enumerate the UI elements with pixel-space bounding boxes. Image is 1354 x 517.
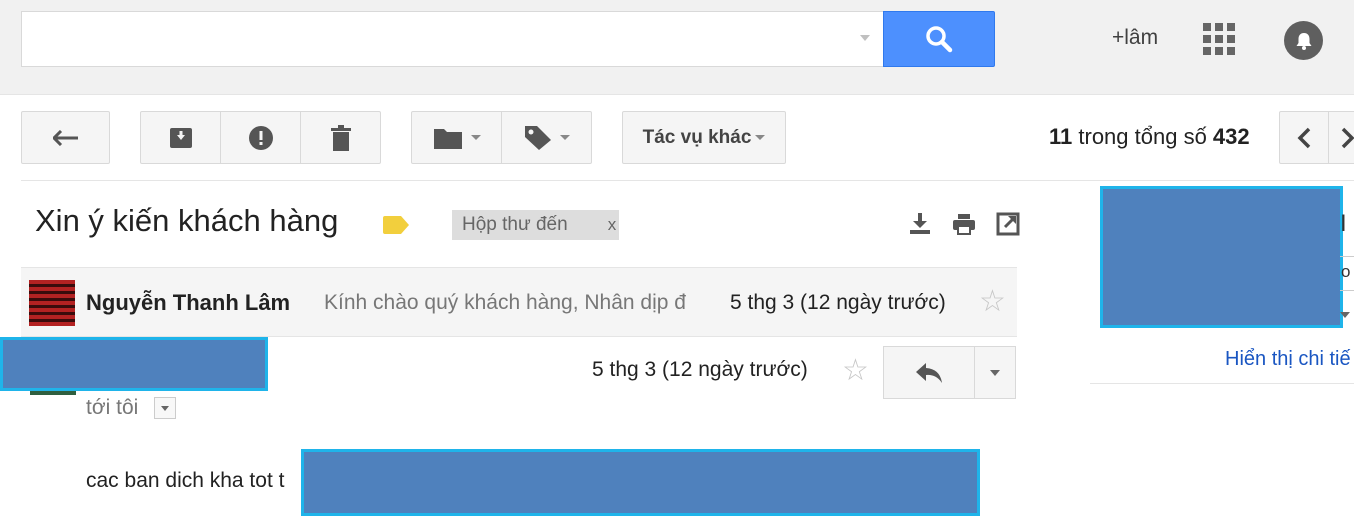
more-actions-label: Tác vụ khác (642, 126, 752, 148)
redaction-box-contact (1100, 186, 1343, 328)
message-date: 5 thg 3 (12 ngày trước) (592, 358, 808, 381)
folder-icon (433, 128, 462, 149)
back-arrow-icon (52, 129, 78, 146)
contact-divider (1340, 256, 1354, 257)
right-panel-divider (1090, 383, 1354, 384)
pagination-status: 11 trong tổng số 432 (1049, 124, 1250, 150)
more-actions-button[interactable]: Tác vụ khác (622, 111, 786, 164)
delete-button[interactable] (300, 111, 381, 164)
more-message-actions-button[interactable] (974, 346, 1016, 399)
chevron-down-icon (990, 369, 1000, 376)
contact-name-fragment: I (1340, 210, 1347, 237)
inbox-label-chip: Hộp thư đến x (452, 210, 619, 240)
chevron-down-icon (755, 135, 766, 140)
reply-button[interactable] (883, 346, 975, 399)
back-to-inbox-button[interactable] (21, 111, 110, 164)
chevron-down-icon (161, 405, 169, 411)
chevron-down-icon[interactable] (1340, 312, 1350, 318)
chevron-left-icon (1297, 127, 1311, 148)
top-bar: +lâm (0, 0, 1354, 95)
apps-grid-icon[interactable] (1203, 23, 1235, 55)
pagination-separator: trong tổng số (1072, 124, 1213, 149)
expand-all-icon[interactable] (908, 212, 932, 236)
collapsed-message[interactable]: Nguyễn Thanh Lâm Kính chào quý khách hàn… (21, 267, 1017, 337)
star-icon[interactable]: ☆ (979, 287, 1006, 317)
search-input[interactable] (21, 11, 884, 67)
chevron-down-icon (559, 135, 570, 140)
importance-marker-icon[interactable] (383, 215, 410, 235)
toolbar-divider (21, 180, 1354, 181)
label-tag-icon (524, 125, 551, 150)
contact-info-fragment: o (1341, 262, 1351, 281)
print-icon[interactable] (952, 212, 976, 236)
chevron-right-icon (1341, 127, 1354, 148)
email-subject: Xin ý kiến khách hàng (35, 203, 339, 238)
pagination-current: 11 (1049, 124, 1073, 149)
message-body: cac ban dich kha tot t (86, 469, 285, 492)
user-profile-link[interactable]: +lâm (1112, 26, 1158, 50)
newer-button[interactable] (1279, 111, 1329, 164)
redaction-box-body (301, 449, 980, 516)
spam-alert-icon (248, 125, 273, 150)
chevron-down-icon (470, 135, 481, 140)
message-snippet: Kính chào quý khách hàng, Nhân dịp đ (324, 291, 686, 314)
report-spam-button[interactable] (220, 111, 301, 164)
move-to-button[interactable] (411, 111, 502, 164)
notifications-bell-icon[interactable] (1284, 21, 1323, 60)
inbox-label-text[interactable]: Hộp thư đến (462, 214, 568, 236)
search-icon (926, 26, 953, 53)
labels-button[interactable] (501, 111, 592, 164)
pagination-total: 432 (1212, 124, 1250, 149)
recipient-summary: tới tôi (86, 396, 139, 419)
sender-name: Nguyễn Thanh Lâm (86, 290, 291, 315)
contact-divider (1340, 290, 1354, 291)
show-details-link[interactable]: Hiển thị chi tiế (1225, 348, 1351, 371)
older-button[interactable] (1328, 111, 1354, 164)
reply-arrow-icon (916, 362, 942, 383)
trash-icon (330, 124, 351, 151)
archive-icon (169, 127, 192, 148)
open-in-new-window-icon[interactable] (996, 212, 1020, 236)
search-button[interactable] (883, 11, 995, 67)
archive-button[interactable] (140, 111, 221, 164)
message-date: 5 thg 3 (12 ngày trước) (730, 291, 946, 314)
star-icon[interactable]: ☆ (842, 356, 869, 386)
search-options-dropdown-icon[interactable] (860, 35, 870, 41)
show-recipient-details-button[interactable] (154, 397, 176, 419)
remove-label-button[interactable]: x (608, 215, 617, 235)
bell-icon (1296, 32, 1311, 50)
redaction-box-sender (0, 337, 268, 391)
sender-avatar (29, 280, 75, 326)
